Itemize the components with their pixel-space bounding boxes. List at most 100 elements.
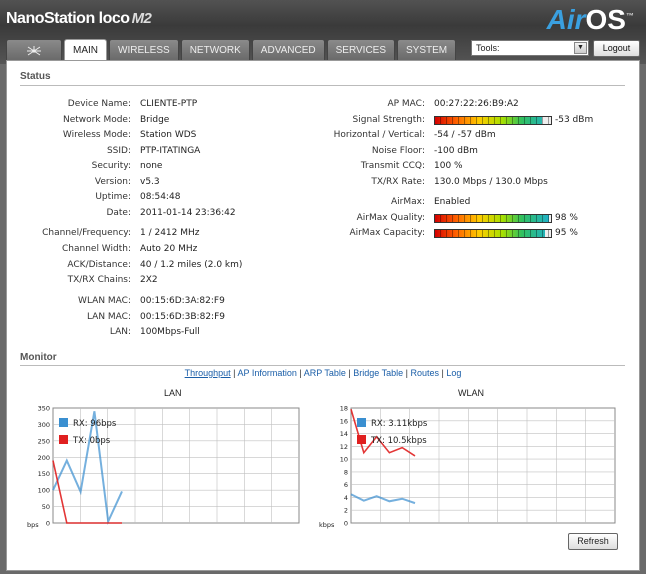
status-value: 40 / 1.2 miles (2.0 km): [140, 259, 243, 270]
status-row: ACK/Distance: 40 / 1.2 miles (2.0 km): [7, 259, 337, 272]
level-bar-ticks: [435, 230, 551, 237]
level-bar: [434, 213, 552, 223]
status-row: LAN MAC: 00:15:6D:3B:82:F9: [7, 311, 337, 324]
status-label: Horizontal / Vertical:: [333, 130, 425, 140]
monitor-link-throughput[interactable]: Throughput: [185, 368, 231, 378]
monitor-link-arp-table[interactable]: ARP Table: [304, 368, 346, 378]
status-label: Wireless Mode:: [62, 130, 131, 140]
tools-select-value: Tools:: [476, 43, 500, 53]
status-value: Enabled: [434, 197, 471, 207]
status-label: TX/RX Rate:: [371, 176, 425, 187]
y-tick-label: 2: [344, 507, 348, 515]
y-tick-label: 250: [38, 437, 50, 445]
status-row: Noise Floor: -100 dBm: [257, 145, 637, 158]
monitor-link-routes[interactable]: Routes: [410, 368, 439, 378]
y-tick-label: 10: [340, 456, 348, 464]
y-tick-label: 0: [344, 520, 348, 528]
legend-swatch: [357, 435, 366, 444]
legend-label: RX: 96bps: [73, 419, 117, 429]
status-label: Version:: [94, 176, 131, 187]
status-value: CLIENTE-PTP: [140, 99, 198, 109]
monitor-link-log[interactable]: Log: [446, 368, 461, 378]
status-row: Transmit CCQ: 100 %: [257, 160, 637, 173]
y-tick-label: 300: [38, 421, 50, 429]
status-value: none: [140, 161, 163, 171]
status-label: Signal Strength:: [352, 114, 425, 125]
wlan-throughput-chart: 0 2 4 6 8 10 12 14 16 18 kbps RX: 3.11kbps TX: 10.5k…: [319, 405, 616, 529]
status-label: Noise Floor:: [371, 145, 425, 156]
status-row: Channel Width: Auto 20 MHz: [7, 243, 337, 256]
airos-logo: AirOS™: [547, 4, 634, 36]
status-label: AP MAC:: [387, 99, 425, 109]
status-value: 00:27:22:26:B9:A2: [434, 99, 519, 109]
chevron-down-icon[interactable]: ▼: [574, 42, 587, 54]
level-bar: [434, 229, 552, 238]
status-label: Channel Width:: [62, 244, 131, 254]
level-bar: [434, 115, 552, 125]
wlan-chart-title: WLAN: [458, 388, 485, 398]
logo-os: OS: [585, 4, 626, 35]
status-row: WLAN MAC: 00:15:6D:3A:82:F9: [7, 295, 337, 308]
y-tick-label: 4: [344, 494, 348, 502]
status-value: 100Mbps-Full: [140, 327, 200, 337]
tab-ubiquiti-logo[interactable]: [6, 39, 62, 60]
monitor-link-bridge-table[interactable]: Bridge Table: [353, 368, 403, 378]
logo-air: Air: [546, 4, 586, 35]
tab-advanced[interactable]: ADVANCED: [251, 39, 325, 60]
status-label: LAN:: [109, 327, 131, 337]
unit-label: bps: [27, 521, 39, 529]
status-value: 100 %: [434, 161, 463, 171]
status-row: Signal Strength: -53 dBm: [257, 114, 637, 127]
status-label: Channel/Frequency:: [42, 228, 131, 238]
y-tick-label: 8: [344, 468, 348, 476]
logo-trademark: ™: [626, 11, 634, 21]
lan-chart-title: LAN: [164, 388, 182, 398]
y-tick-label: 12: [340, 443, 348, 451]
tab-wireless[interactable]: WIRELESS: [109, 39, 179, 60]
status-value: -54 / -57 dBm: [434, 130, 496, 140]
status-row: AirMax Capacity: 95 %: [257, 227, 637, 240]
status-divider: [20, 85, 625, 86]
status-section-title: Status: [20, 71, 51, 82]
level-bar-ticks: [435, 214, 551, 222]
y-tick-label: 0: [46, 520, 50, 528]
status-row: TX/RX Rate: 130.0 Mbps / 130.0 Mbps: [257, 176, 637, 189]
product-model: M2: [131, 10, 152, 27]
monitor-links: Throughput | AP Information | ARP Table …: [7, 368, 639, 378]
monitor-section-title: Monitor: [20, 352, 57, 363]
y-tick-label: 50: [42, 503, 50, 511]
status-value: 08:54:48: [140, 192, 181, 202]
status-value: 00:15:6D:3A:82:F9: [140, 296, 225, 306]
status-row: AirMax Quality: 98 %: [257, 212, 637, 225]
ubiquiti-logo-icon: [27, 46, 41, 56]
status-value: -53 dBm: [555, 114, 594, 125]
status-label: AirMax:: [391, 197, 425, 207]
main-content: Status Monitor Throughput | AP Informati…: [6, 60, 640, 571]
refresh-button[interactable]: Refresh: [568, 533, 618, 550]
status-label: Device Name:: [67, 99, 131, 109]
y-tick-label: 16: [340, 417, 348, 425]
product-brand: NanoStation loco M2: [6, 10, 152, 28]
y-tick-label: 150: [38, 470, 50, 478]
unit-label: kbps: [319, 521, 335, 529]
status-row: AP MAC: 00:27:22:26:B9:A2: [257, 98, 637, 111]
monitor-link-ap-information[interactable]: AP Information: [238, 368, 297, 378]
status-label: Date:: [106, 207, 131, 218]
tab-system[interactable]: SYSTEM: [397, 39, 457, 60]
status-label: SSID:: [106, 145, 131, 156]
logout-button[interactable]: Logout: [593, 40, 640, 57]
legend-label: TX: 0bps: [72, 436, 111, 446]
header-bar: NanoStation loco M2 AirOS™ MAIN WIRELESS …: [0, 0, 646, 64]
link-separator: |: [296, 368, 304, 378]
status-value: PTP-ITATINGA: [140, 145, 201, 156]
y-tick-label: 14: [340, 430, 348, 438]
tab-main[interactable]: MAIN: [64, 39, 107, 61]
status-row: Horizontal / Vertical: -54 / -57 dBm: [257, 129, 637, 142]
y-tick-label: 6: [344, 481, 348, 489]
lan-throughput-chart: 0 50 100 150 200 250 300 350 bps RX: 96bps TX: 0bp…: [27, 405, 300, 529]
tab-services[interactable]: SERVICES: [326, 39, 396, 60]
tools-select[interactable]: Tools: ▼: [471, 40, 589, 56]
legend-swatch: [59, 435, 68, 444]
tab-network[interactable]: NETWORK: [180, 39, 250, 60]
status-label: LAN MAC:: [86, 311, 131, 322]
